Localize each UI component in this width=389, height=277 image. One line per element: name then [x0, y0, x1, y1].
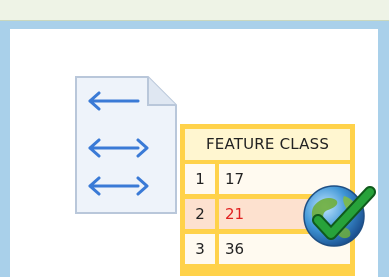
- row-index: 1: [185, 164, 215, 194]
- document-icon: [75, 76, 177, 214]
- row-index: 3: [185, 234, 215, 264]
- top-bar: [0, 0, 389, 21]
- row-index: 2: [185, 199, 215, 229]
- feature-class-title: FEATURE CLASS: [185, 129, 350, 160]
- globe-checkmark-icon: [303, 185, 376, 247]
